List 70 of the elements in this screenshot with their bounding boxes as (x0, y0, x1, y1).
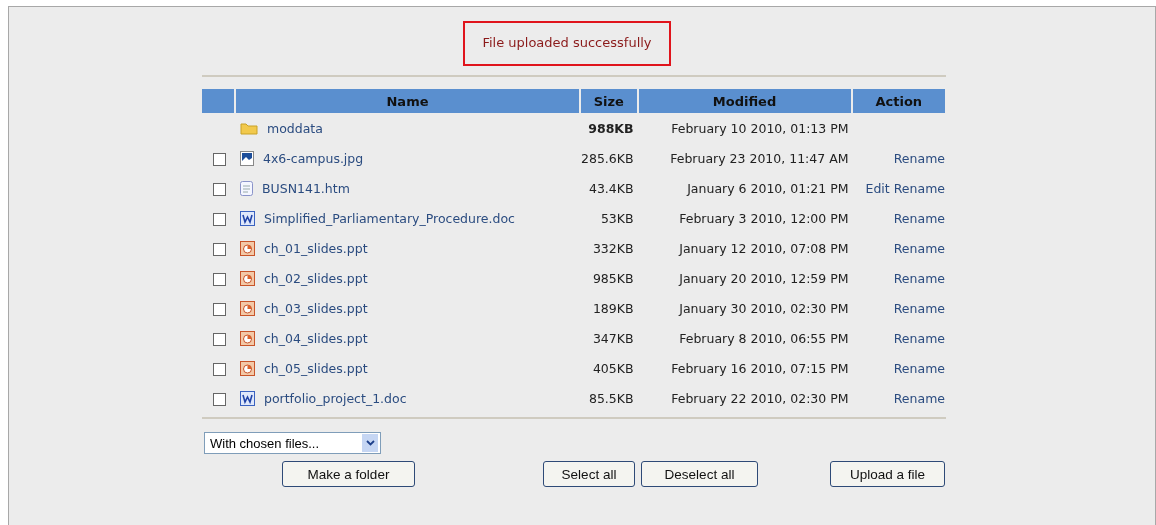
table-cell-text: 189KB (591, 299, 635, 318)
success-message: File uploaded successfully (463, 21, 671, 66)
word-document-icon (240, 390, 255, 406)
presentation-icon (240, 360, 255, 376)
table-cell-text: February 23 2010, 11:47 AM (669, 149, 850, 168)
table-cell-text: 85.5KB (587, 389, 635, 408)
action-link[interactable]: Edit (865, 180, 890, 196)
table-cell-text: 347KB (591, 329, 635, 348)
checkbox[interactable] (212, 242, 226, 256)
table-cell-text: 53KB (599, 209, 635, 228)
table-cell-text: January 12 2010, 07:08 PM (677, 239, 850, 258)
folder-icon (240, 121, 258, 135)
table-cell-text: 985KB (591, 269, 635, 288)
action-link[interactable]: Rename (893, 390, 945, 406)
file-link[interactable]: portfolio_project_1.doc (264, 390, 407, 406)
select-all-button[interactable]: Select all (543, 461, 635, 487)
file-link[interactable]: ch_05_slides.ppt (264, 360, 368, 376)
column-header: Action (852, 89, 945, 113)
document-icon (240, 180, 253, 196)
file-link[interactable]: ch_03_slides.ppt (264, 300, 368, 316)
table-cell-text: February 10 2010, 01:13 PM (670, 119, 850, 138)
column-header: Modified (638, 89, 853, 113)
presentation-icon (240, 330, 255, 346)
file-link[interactable]: BUSN141.htm (262, 180, 350, 196)
deselect-all-button[interactable]: Deselect all (641, 461, 758, 487)
action-link[interactable]: Rename (893, 300, 945, 316)
presentation-icon (240, 240, 255, 256)
action-link[interactable]: Rename (893, 150, 945, 166)
table-cell-text: January 20 2010, 12:59 PM (677, 269, 850, 288)
column-header: Name (236, 89, 581, 113)
table-cell-text: February 3 2010, 12:00 PM (678, 209, 850, 228)
checkbox[interactable] (212, 212, 226, 226)
action-link[interactable]: Rename (893, 270, 945, 286)
make-folder-button[interactable]: Make a folder (282, 461, 415, 487)
checkbox[interactable] (212, 362, 226, 376)
table-cell-text: February 16 2010, 07:15 PM (670, 359, 850, 378)
table-cell-text: 405KB (591, 359, 635, 378)
file-link[interactable]: ch_02_slides.ppt (264, 270, 368, 286)
file-link[interactable]: Simplified_Parliamentary_Procedure.doc (264, 210, 515, 226)
file-link[interactable]: moddata (267, 120, 323, 136)
presentation-icon (240, 270, 255, 286)
column-header: Size (581, 89, 639, 113)
word-document-icon (240, 210, 255, 226)
checkbox[interactable] (212, 392, 226, 406)
checkbox[interactable] (212, 332, 226, 346)
action-dropdown[interactable]: With chosen files... (204, 432, 381, 454)
action-link[interactable]: Rename (893, 330, 945, 346)
checkbox[interactable] (212, 152, 226, 166)
table-cell-text: February 8 2010, 06:55 PM (678, 329, 850, 348)
action-link[interactable]: Rename (893, 240, 945, 256)
table-cell-text: 285.6KB (581, 149, 635, 168)
file-link[interactable]: 4x6-campus.jpg (263, 150, 364, 166)
checkbox[interactable] (212, 272, 226, 286)
checkbox[interactable] (212, 182, 226, 196)
action-link[interactable]: Rename (893, 210, 945, 226)
action-link[interactable]: Rename (893, 360, 945, 376)
table-cell-text: 43.4KB (587, 179, 635, 198)
action-link[interactable]: Rename (893, 180, 945, 196)
column-header (202, 89, 236, 113)
presentation-icon (240, 300, 255, 316)
upload-button[interactable]: Upload a file (830, 461, 945, 487)
image-icon (240, 150, 254, 166)
table-cell-text: 332KB (591, 239, 635, 258)
table-cell-text: January 6 2010, 01:21 PM (685, 179, 850, 198)
table-cell-text: February 22 2010, 02:30 PM (670, 389, 850, 408)
checkbox[interactable] (212, 302, 226, 316)
file-link[interactable]: ch_04_slides.ppt (264, 330, 368, 346)
table-cell-text: 988KB (587, 119, 635, 138)
table-cell-text: January 30 2010, 02:30 PM (677, 299, 850, 318)
file-link[interactable]: ch_01_slides.ppt (264, 240, 368, 256)
